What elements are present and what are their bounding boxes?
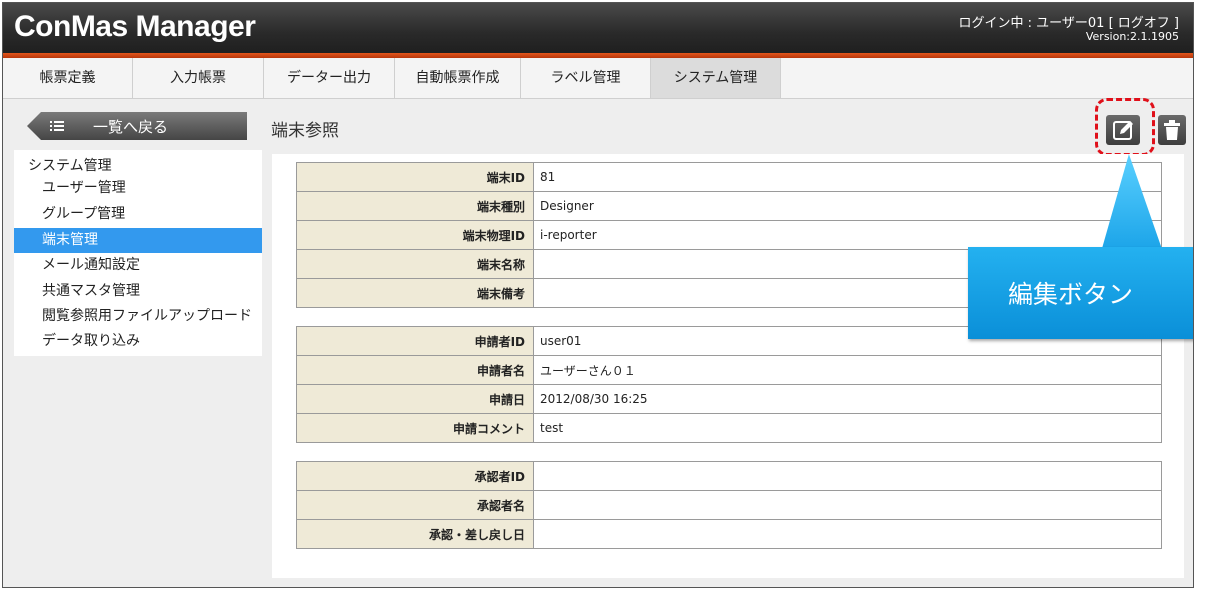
field-label: 端末物理ID	[296, 220, 534, 250]
edit-button-highlight	[1095, 98, 1155, 156]
field-value: 81	[533, 162, 1162, 192]
app-header: ConMas Manager ログイン中 : ユーザー01 [ ログオフ ] V…	[3, 3, 1193, 53]
field-label: 端末備考	[296, 278, 534, 308]
trash-icon	[1164, 120, 1180, 140]
sidebar-item-users[interactable]: ユーザー管理	[14, 176, 262, 201]
tab-label-management[interactable]: ラベル管理	[521, 58, 651, 98]
tab-auto-form[interactable]: 自動帳票作成	[395, 58, 521, 98]
page-title: 端末参照	[271, 121, 339, 141]
table-row: 端末ID 81	[296, 162, 1162, 192]
tab-data-export[interactable]: データー出力	[264, 58, 395, 98]
field-label: 端末種別	[296, 191, 534, 221]
table-row: 承認者ID	[296, 461, 1162, 491]
app-window: ConMas Manager ログイン中 : ユーザー01 [ ログオフ ] V…	[2, 2, 1194, 588]
sidebar-item-mail-notify[interactable]: メール通知設定	[14, 253, 262, 278]
field-value	[533, 490, 1162, 520]
login-status: ログイン中 : ユーザー01 [ ログオフ ] Version:2.1.1905	[959, 17, 1179, 43]
sidebar-item-data-import[interactable]: データ取り込み	[14, 329, 262, 354]
version-text: Version:2.1.1905	[1085, 30, 1179, 43]
main-tabs: 帳票定義 入力帳票 データー出力 自動帳票作成 ラベル管理 システム管理	[3, 58, 1193, 99]
field-value: 2012/08/30 16:25	[533, 384, 1162, 414]
table-row: 申請者名 ユーザーさん０１	[296, 355, 1162, 385]
table-row: 端末種別 Designer	[296, 191, 1162, 221]
back-button-label: 一覧へ戻る	[93, 118, 169, 136]
app-title: ConMas Manager	[14, 10, 256, 43]
sidebar-item-file-upload[interactable]: 閲覧参照用ファイルアップロード	[14, 304, 262, 329]
tab-system-management[interactable]: システム管理	[651, 58, 781, 98]
field-label: 端末ID	[296, 162, 534, 192]
applicant-info-table: 申請者ID user01 申請者名 ユーザーさん０１ 申請日 2012/08/30 1…	[296, 326, 1162, 443]
tab-form-definition[interactable]: 帳票定義	[3, 58, 133, 98]
sidebar-item-terminals[interactable]: 端末管理	[14, 228, 262, 253]
table-row: 申請コメント test	[296, 413, 1162, 443]
table-row: 端末物理ID i-reporter	[296, 220, 1162, 250]
callout-text: 編集ボタン	[1008, 280, 1134, 309]
login-text[interactable]: ログイン中 : ユーザー01 [ ログオフ ]	[959, 17, 1179, 31]
sidebar-item-groups[interactable]: グループ管理	[14, 202, 262, 227]
field-value: Designer	[533, 191, 1162, 221]
field-label: 申請者ID	[296, 326, 534, 356]
back-to-list-button[interactable]: 一覧へ戻る	[27, 112, 247, 140]
sidebar-heading: システム管理	[28, 158, 112, 174]
field-label: 承認者ID	[296, 461, 534, 491]
field-label: 申請コメント	[296, 413, 534, 443]
table-row: 承認者名	[296, 490, 1162, 520]
field-value: test	[533, 413, 1162, 443]
edit-button-callout: 編集ボタン	[968, 247, 1193, 339]
field-value	[533, 519, 1162, 549]
field-label: 申請日	[296, 384, 534, 414]
sidebar-item-common-master[interactable]: 共通マスタ管理	[14, 279, 262, 304]
field-value: ユーザーさん０１	[533, 355, 1162, 385]
table-row: 申請日 2012/08/30 16:25	[296, 384, 1162, 414]
list-icon	[50, 121, 64, 131]
approver-info-table: 承認者ID 承認者名 承認・差し戻し日	[296, 461, 1162, 549]
field-label: 承認・差し戻し日	[296, 519, 534, 549]
field-label: 承認者名	[296, 490, 534, 520]
field-label: 端末名称	[296, 249, 534, 279]
tab-input-forms[interactable]: 入力帳票	[133, 58, 264, 98]
table-row: 承認・差し戻し日	[296, 519, 1162, 549]
field-value	[533, 461, 1162, 491]
field-value: i-reporter	[533, 220, 1162, 250]
sidebar: システム管理 ユーザー管理 グループ管理 端末管理 メール通知設定 共通マスタ管…	[14, 150, 262, 356]
field-label: 申請者名	[296, 355, 534, 385]
delete-button[interactable]	[1158, 115, 1186, 145]
